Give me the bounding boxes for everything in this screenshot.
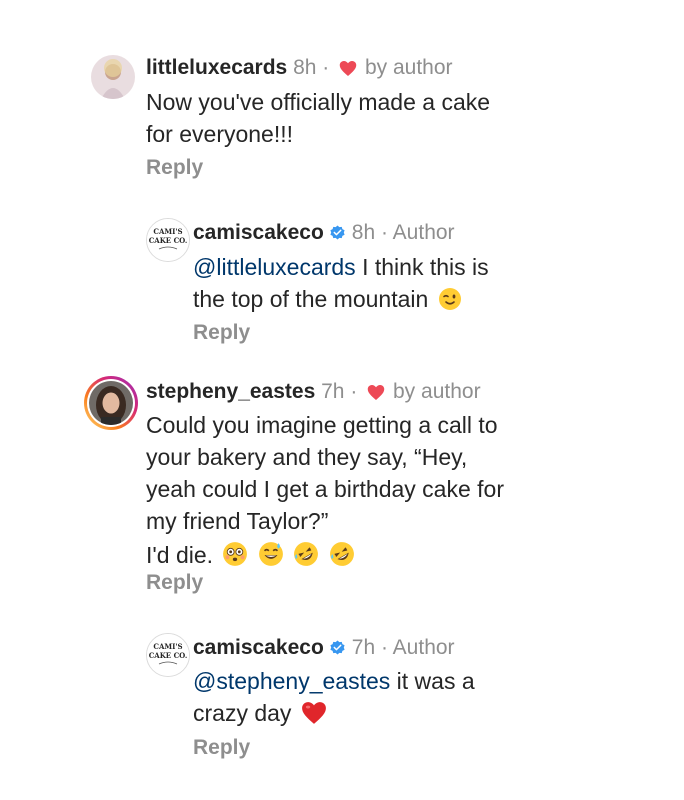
red-heart-emoji [301, 702, 326, 724]
avatar[interactable]: CAMI'S CAKE CO. [146, 633, 190, 677]
username[interactable]: camiscakeco [193, 636, 324, 659]
comment-text-fragment: crazy day [193, 700, 292, 726]
comment-text-line: @stepheny_eastes it was a [193, 665, 475, 697]
author-label: Author [392, 636, 455, 659]
verified-badge-icon [330, 640, 345, 655]
timestamp: 7h [351, 636, 376, 659]
svg-text:CAKE CO.: CAKE CO. [149, 651, 188, 660]
svg-text:CAMI'S: CAMI'S [153, 642, 182, 651]
separator: · [380, 636, 388, 659]
mention-link[interactable]: @stepheny_eastes [193, 668, 390, 694]
comment-camiscakeco-reply: CAMI'S CAKE CO. camiscakeco 7h · Author … [0, 0, 684, 800]
reply-button[interactable]: Reply [193, 736, 250, 760]
comment-text-fragment: it was a [396, 668, 475, 694]
comment-text-line: crazy day [193, 697, 475, 729]
comment-text: @stepheny_eastes it was a crazy day [193, 665, 475, 729]
comment-header: camiscakeco 7h · Author [193, 635, 455, 661]
cakeco-logo-icon: CAMI'S CAKE CO. [147, 634, 189, 676]
